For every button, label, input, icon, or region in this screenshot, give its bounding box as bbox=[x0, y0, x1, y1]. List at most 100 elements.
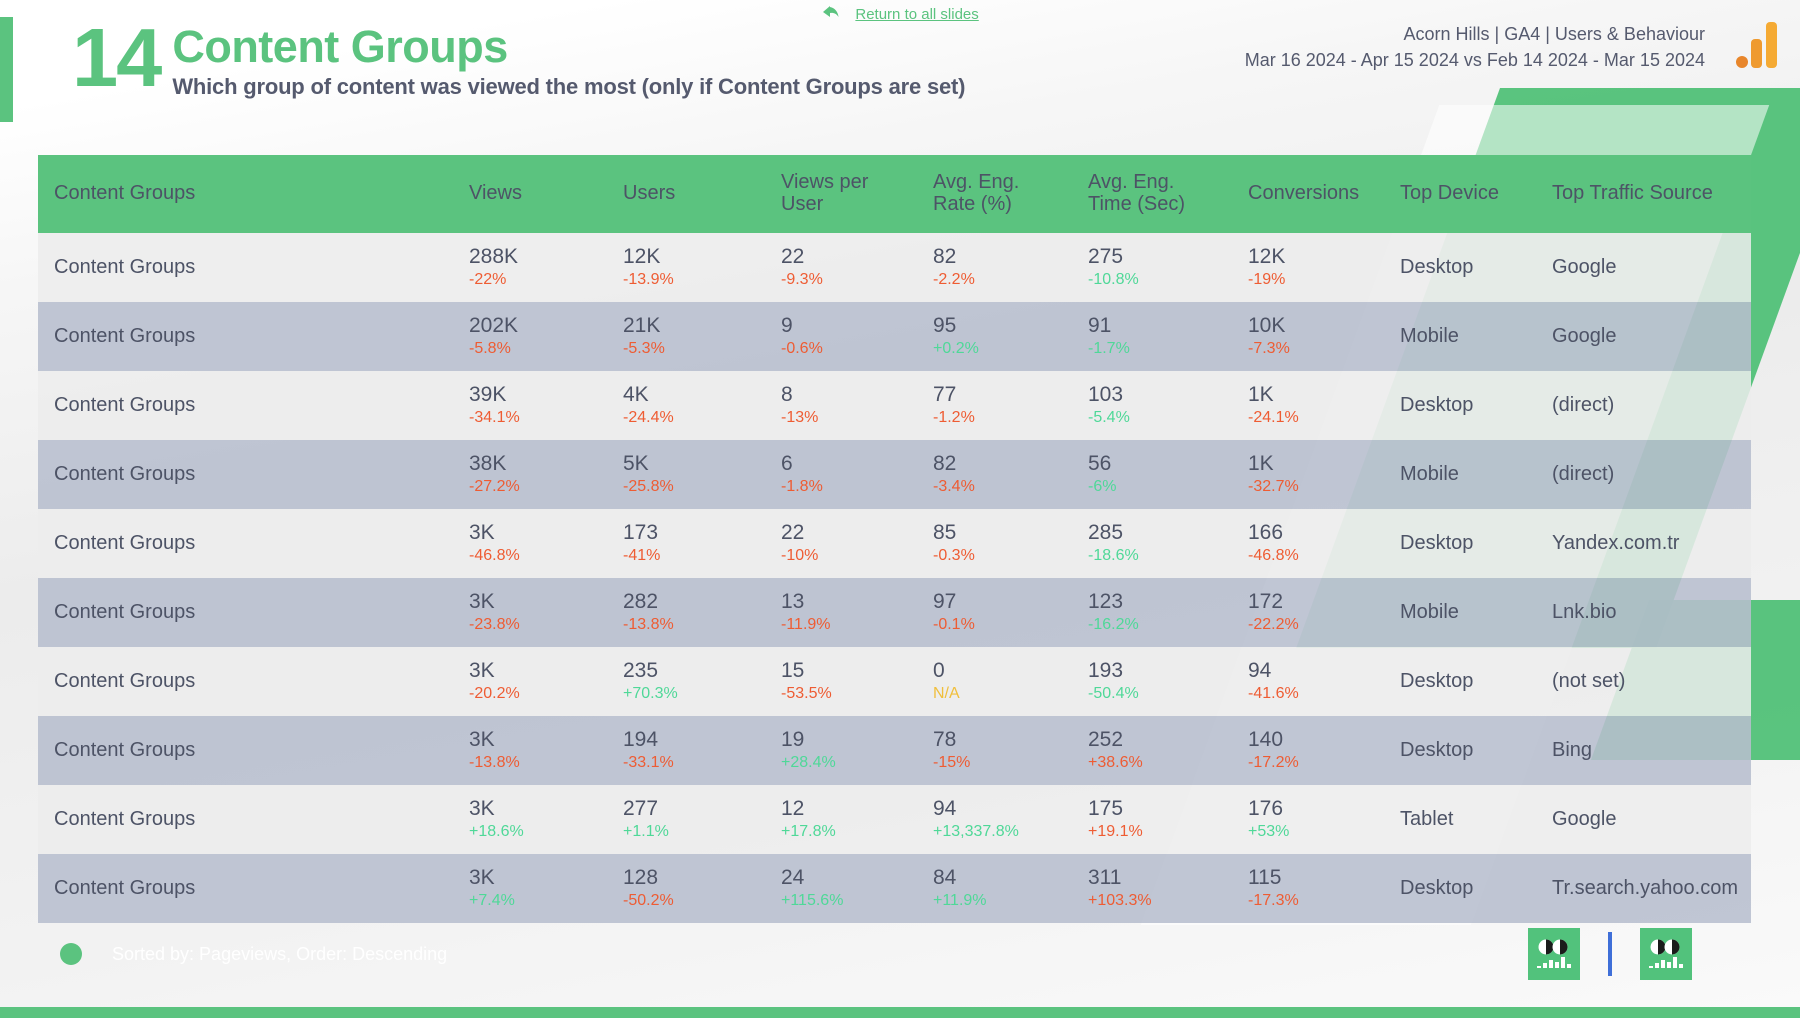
metric-value: 85 bbox=[933, 521, 957, 545]
table-row[interactable]: Content Groups 3K +7.4% 128 -50.2% 24 +115.6% 8… bbox=[38, 854, 1751, 923]
table-row[interactable]: Content Groups 39K -34.1% 4K -24.4% 8 -13% 77 -1… bbox=[38, 371, 1751, 440]
metric-value: 3K bbox=[469, 521, 495, 545]
metric-value: 282 bbox=[623, 590, 659, 614]
metric-value: 175 bbox=[1088, 797, 1124, 821]
metric-value: 91 bbox=[1088, 314, 1112, 338]
metric-delta: -24.4% bbox=[623, 409, 674, 427]
metric-delta: +115.6% bbox=[781, 892, 844, 910]
metric-value: 172 bbox=[1248, 590, 1284, 614]
metric-delta: -9.3% bbox=[781, 271, 823, 289]
cell-content-group: Content Groups bbox=[38, 716, 453, 785]
column-header-conversions[interactable]: Conversions bbox=[1232, 155, 1384, 233]
metric-delta: +1.1% bbox=[623, 823, 669, 841]
metric-value: 285 bbox=[1088, 521, 1124, 545]
metric-value: 6 bbox=[781, 452, 793, 476]
metric-value: 94 bbox=[933, 797, 957, 821]
metric-delta: -19% bbox=[1248, 271, 1286, 289]
metric-value: 3K bbox=[469, 659, 495, 683]
cell-conversions: 115 -17.3% bbox=[1232, 854, 1384, 923]
metric-value: 82 bbox=[933, 452, 957, 476]
cell-views-per-user: 15 -53.5% bbox=[765, 647, 917, 716]
cell-avg-eng-rate: 94 +13,337.8% bbox=[917, 785, 1072, 854]
cell-content-group: Content Groups bbox=[38, 785, 453, 854]
cell-views: 288K -22% bbox=[453, 233, 607, 302]
column-header-views-per-user[interactable]: Views per User bbox=[765, 155, 917, 233]
metric-delta: -53.5% bbox=[781, 685, 832, 703]
metric-value: 3K bbox=[469, 728, 495, 752]
cell-top-traffic-source: Tr.search.yahoo.com bbox=[1536, 854, 1751, 923]
table-row[interactable]: Content Groups 3K +18.6% 277 +1.1% 12 +17.8% 94… bbox=[38, 785, 1751, 854]
cell-users: 194 -33.1% bbox=[607, 716, 765, 785]
column-header-avg-eng-rate[interactable]: Avg. Eng. Rate (%) bbox=[917, 155, 1072, 233]
column-header-users[interactable]: Users bbox=[607, 155, 765, 233]
metric-value: 3K bbox=[469, 866, 495, 890]
table-row[interactable]: Content Groups 3K -20.2% 235 +70.3% 15 -53.5% 0… bbox=[38, 647, 1751, 716]
cell-content-group: Content Groups bbox=[38, 440, 453, 509]
metric-value: 12K bbox=[1248, 245, 1286, 269]
cell-avg-eng-rate: 97 -0.1% bbox=[917, 578, 1072, 647]
metric-delta: -5.4% bbox=[1088, 409, 1130, 427]
column-header-content-groups[interactable]: Content Groups bbox=[38, 155, 453, 233]
report-chart-icon-right[interactable] bbox=[1640, 928, 1692, 980]
cell-top-traffic-source: (direct) bbox=[1536, 440, 1751, 509]
cell-avg-eng-rate: 78 -15% bbox=[917, 716, 1072, 785]
table-header-row: Content Groups Views Users Views per Use… bbox=[38, 155, 1751, 233]
metric-delta: -20.2% bbox=[469, 685, 520, 703]
metric-delta: -18.6% bbox=[1088, 547, 1139, 565]
column-header-avg-eng-time[interactable]: Avg. Eng. Time (Sec) bbox=[1072, 155, 1232, 233]
slide-canvas: Return to all slides 14 Content Groups W… bbox=[0, 0, 1800, 1018]
cell-content-group: Content Groups bbox=[38, 854, 453, 923]
cell-top-device: Mobile bbox=[1384, 302, 1536, 371]
cell-content-group: Content Groups bbox=[38, 302, 453, 371]
sort-status-label: Sorted by: Pageviews, Order: Descending bbox=[112, 943, 448, 964]
report-chart-icon-left[interactable] bbox=[1528, 928, 1580, 980]
cell-avg-eng-time: 311 +103.3% bbox=[1072, 854, 1232, 923]
metric-value: 19 bbox=[781, 728, 805, 752]
metric-delta: +11.9% bbox=[933, 892, 987, 910]
content-groups-table: Content Groups Views Users Views per Use… bbox=[38, 155, 1751, 923]
cell-top-device: Desktop bbox=[1384, 509, 1536, 578]
cell-top-device: Mobile bbox=[1384, 440, 1536, 509]
metric-delta: -1.7% bbox=[1088, 340, 1130, 358]
table-row[interactable]: Content Groups 288K -22% 12K -13.9% 22 -9.3% 82… bbox=[38, 233, 1751, 302]
metric-delta: +53% bbox=[1248, 823, 1290, 841]
cell-views: 3K +7.4% bbox=[453, 854, 607, 923]
metric-value: 12 bbox=[781, 797, 805, 821]
metric-value: 3K bbox=[469, 797, 495, 821]
report-table-container: Content Groups Views Users Views per Use… bbox=[38, 155, 1751, 923]
cell-conversions: 1K -24.1% bbox=[1232, 371, 1384, 440]
metric-value: 176 bbox=[1248, 797, 1284, 821]
column-header-top-device[interactable]: Top Device bbox=[1384, 155, 1536, 233]
metric-delta: +19.1% bbox=[1088, 823, 1143, 841]
cell-users: 5K -25.8% bbox=[607, 440, 765, 509]
table-row[interactable]: Content Groups 3K -23.8% 282 -13.8% 13 -11.9% 9… bbox=[38, 578, 1751, 647]
metric-value: 13 bbox=[781, 590, 805, 614]
metric-value: 77 bbox=[933, 383, 957, 407]
cell-views-per-user: 13 -11.9% bbox=[765, 578, 917, 647]
cell-views-per-user: 12 +17.8% bbox=[765, 785, 917, 854]
metric-delta: -17.2% bbox=[1248, 754, 1299, 772]
metric-value: 95 bbox=[933, 314, 957, 338]
table-row[interactable]: Content Groups 3K -46.8% 173 -41% 22 -10% 85 -0.… bbox=[38, 509, 1751, 578]
cell-conversions: 176 +53% bbox=[1232, 785, 1384, 854]
metric-delta: -50.4% bbox=[1088, 685, 1139, 703]
metric-delta: -10.8% bbox=[1088, 271, 1139, 289]
table-row[interactable]: Content Groups 38K -27.2% 5K -25.8% 6 -1.8% 82 -… bbox=[38, 440, 1751, 509]
metric-value: 275 bbox=[1088, 245, 1124, 269]
metric-delta: -24.1% bbox=[1248, 409, 1299, 427]
cell-views-per-user: 6 -1.8% bbox=[765, 440, 917, 509]
metric-delta: -50.2% bbox=[623, 892, 674, 910]
metric-delta: -27.2% bbox=[469, 478, 520, 496]
table-row[interactable]: Content Groups 202K -5.8% 21K -5.3% 9 -0.6% 95 +… bbox=[38, 302, 1751, 371]
table-row[interactable]: Content Groups 3K -13.8% 194 -33.1% 19 +28.4% 7… bbox=[38, 716, 1751, 785]
column-header-views[interactable]: Views bbox=[453, 155, 607, 233]
metric-delta: +17.8% bbox=[781, 823, 836, 841]
column-header-top-traffic-source[interactable]: Top Traffic Source bbox=[1536, 155, 1751, 233]
cell-views-per-user: 8 -13% bbox=[765, 371, 917, 440]
metric-delta: -22% bbox=[469, 271, 507, 289]
metric-value: 78 bbox=[933, 728, 957, 752]
metric-delta: +13,337.8% bbox=[933, 823, 1019, 841]
metric-delta: -22.2% bbox=[1248, 616, 1299, 634]
cell-users: 128 -50.2% bbox=[607, 854, 765, 923]
metric-value: 252 bbox=[1088, 728, 1124, 752]
